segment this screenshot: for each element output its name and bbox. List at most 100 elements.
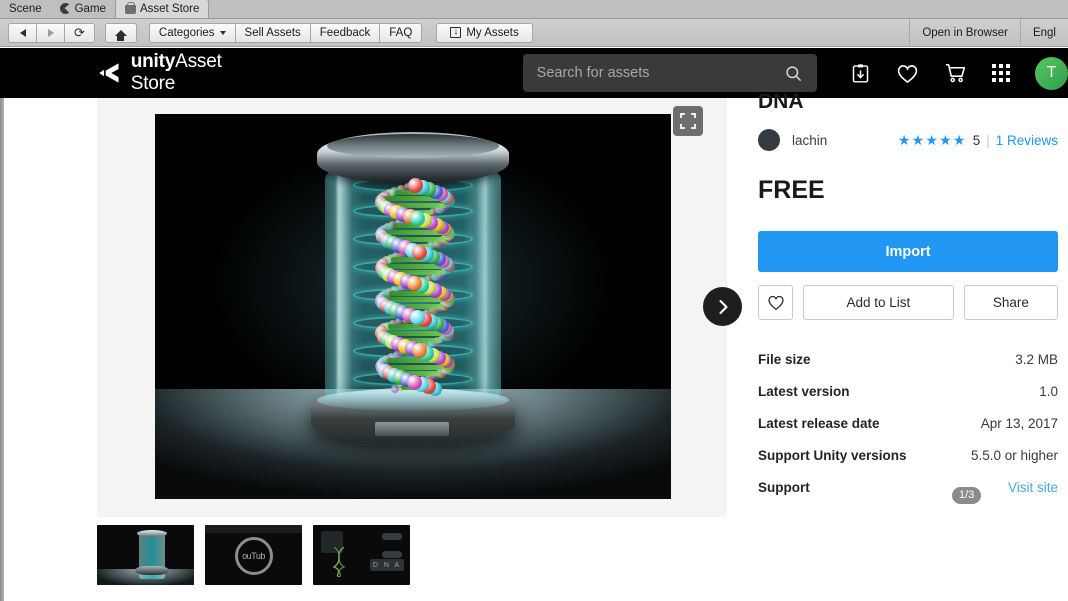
table-row: Latest version 1.0 bbox=[758, 384, 1058, 416]
cylinder-cap-top bbox=[327, 134, 499, 158]
forward-button[interactable] bbox=[36, 22, 64, 43]
glass-highlight-left bbox=[337, 162, 352, 404]
rating-value: 5 bbox=[972, 132, 981, 148]
meta-value: 1.0 bbox=[1039, 384, 1058, 399]
reviews-link[interactable]: 1 Reviews bbox=[996, 133, 1058, 148]
sell-assets-label: Sell Assets bbox=[244, 26, 301, 39]
heart-icon bbox=[767, 295, 784, 311]
chevron-right-icon bbox=[718, 299, 728, 314]
thumbnail-strip: ouTub D N A bbox=[97, 525, 410, 585]
language-button[interactable]: Engl bbox=[1019, 18, 1068, 47]
language-label: Engl bbox=[1032, 26, 1056, 39]
meta-value: 5.5.0 or higher bbox=[970, 448, 1058, 463]
shopping-cart-icon[interactable] bbox=[944, 62, 967, 84]
game-icon bbox=[59, 3, 71, 14]
thumbnail-dna-render[interactable] bbox=[97, 525, 194, 585]
logo-brand: unity bbox=[130, 51, 176, 72]
faq-button[interactable]: FAQ bbox=[379, 22, 423, 43]
fullscreen-expand-button[interactable] bbox=[673, 106, 703, 136]
table-row: Support Unity versions 5.5.0 or higher bbox=[758, 448, 1058, 480]
gallery-panel: ouTub D N A bbox=[97, 98, 742, 585]
cylinder-base-plate bbox=[375, 422, 449, 436]
publisher-avatar bbox=[758, 129, 780, 151]
my-assets-label: My Assets bbox=[466, 26, 519, 39]
fullscreen-expand-icon bbox=[680, 113, 696, 129]
sell-assets-button[interactable]: Sell Assets bbox=[234, 22, 310, 43]
home-button[interactable] bbox=[104, 22, 137, 43]
thumbnail-youtube-video[interactable]: ouTub bbox=[205, 525, 302, 585]
meta-key: Support Unity versions bbox=[758, 448, 907, 463]
meta-key: Latest version bbox=[758, 384, 850, 399]
import-button[interactable]: Import bbox=[758, 231, 1058, 272]
publisher-name[interactable]: lachin bbox=[792, 133, 827, 148]
forward-arrow-icon bbox=[47, 28, 54, 37]
thumbnail-dna-dark-scene[interactable]: D N A bbox=[313, 525, 410, 585]
editor-tab-bar: Scene Game Asset Store bbox=[0, 0, 1068, 19]
visit-site-link[interactable]: Visit site bbox=[1008, 480, 1058, 495]
home-button-group bbox=[104, 22, 137, 43]
gallery-counter-badge: 1/3 bbox=[952, 487, 982, 504]
asset-store-window: Scene Game Asset Store ⟳ Categories Sell bbox=[0, 0, 1068, 601]
publisher-row: lachin ★★★★★ 5 | 1 Reviews bbox=[758, 128, 1058, 152]
favorite-button[interactable] bbox=[758, 285, 794, 320]
categories-button[interactable]: Categories bbox=[148, 22, 235, 43]
dna-helix-icon bbox=[332, 547, 346, 577]
apps-grid-icon[interactable] bbox=[992, 64, 1010, 82]
search-bar[interactable] bbox=[522, 54, 817, 92]
table-row: Latest release date Apr 13, 2017 bbox=[758, 416, 1058, 448]
avatar-initial: T bbox=[1046, 64, 1057, 81]
meta-key: File size bbox=[758, 352, 811, 367]
wishlist-heart-icon[interactable] bbox=[896, 63, 919, 84]
next-image-button[interactable] bbox=[703, 287, 742, 326]
home-icon bbox=[114, 29, 127, 41]
reload-icon: ⟳ bbox=[74, 25, 85, 40]
feedback-button[interactable]: Feedback bbox=[309, 22, 380, 43]
asset-detail-panel: DNA lachin ★★★★★ 5 | 1 Reviews FREE Impo… bbox=[758, 90, 1058, 512]
tab-game[interactable]: Game bbox=[51, 0, 115, 18]
tab-game-label: Game bbox=[74, 2, 106, 15]
share-button[interactable]: Share bbox=[963, 285, 1058, 320]
unity-asset-store-logo[interactable]: unityAsset Store bbox=[96, 51, 270, 95]
downloads-icon[interactable] bbox=[850, 63, 871, 84]
nav-button-group: ⟳ bbox=[8, 22, 95, 43]
thumbnail-3-label: D N A bbox=[370, 559, 404, 571]
back-arrow-icon bbox=[19, 28, 26, 37]
header-icon-group: T bbox=[850, 56, 1068, 90]
table-row: File size 3.2 MB bbox=[758, 352, 1058, 384]
tab-asset-store-label: Asset Store bbox=[139, 3, 200, 15]
page-title: DNA bbox=[758, 90, 804, 113]
categories-label: Categories bbox=[158, 26, 215, 39]
price-label: FREE bbox=[758, 176, 825, 204]
tab-asset-store[interactable]: Asset Store bbox=[114, 0, 210, 18]
toolbar-right-group: Open in Browser Engl bbox=[909, 18, 1068, 47]
back-button[interactable] bbox=[8, 22, 36, 43]
meta-key: Support bbox=[758, 480, 810, 495]
hero-image[interactable] bbox=[155, 114, 671, 499]
search-input[interactable] bbox=[536, 65, 784, 81]
glass-cylinder bbox=[311, 132, 515, 444]
action-button-row: Add to List Share bbox=[758, 285, 1058, 320]
shopping-bag-icon bbox=[124, 2, 136, 14]
rating-group: ★★★★★ 5 | 1 Reviews bbox=[898, 132, 1058, 149]
search-icon[interactable] bbox=[784, 64, 803, 83]
dna-helix bbox=[361, 177, 469, 397]
reload-button[interactable]: ⟳ bbox=[64, 22, 95, 43]
table-row: Support Visit site bbox=[758, 480, 1058, 512]
left-scrollbar[interactable] bbox=[0, 48, 4, 601]
tab-scene[interactable]: Scene bbox=[0, 0, 51, 18]
logo-text: unityAsset Store bbox=[131, 51, 270, 95]
my-assets-button[interactable]: My Assets bbox=[436, 22, 533, 43]
store-links-group: Categories Sell Assets Feedback FAQ bbox=[148, 22, 423, 43]
download-box-icon bbox=[450, 25, 462, 39]
open-in-browser-label: Open in Browser bbox=[922, 26, 1008, 39]
glass-highlight-right bbox=[476, 166, 487, 400]
cylinder-base-ring bbox=[317, 389, 509, 411]
chevron-down-icon bbox=[219, 30, 226, 35]
tab-scene-label: Scene bbox=[9, 2, 42, 15]
avatar[interactable]: T bbox=[1035, 56, 1068, 90]
unity-cube-icon bbox=[99, 63, 119, 83]
add-to-list-button[interactable]: Add to List bbox=[803, 285, 954, 320]
faq-label: FAQ bbox=[389, 26, 413, 39]
open-in-browser-button[interactable]: Open in Browser bbox=[909, 18, 1020, 47]
meta-key: Latest release date bbox=[758, 416, 880, 431]
